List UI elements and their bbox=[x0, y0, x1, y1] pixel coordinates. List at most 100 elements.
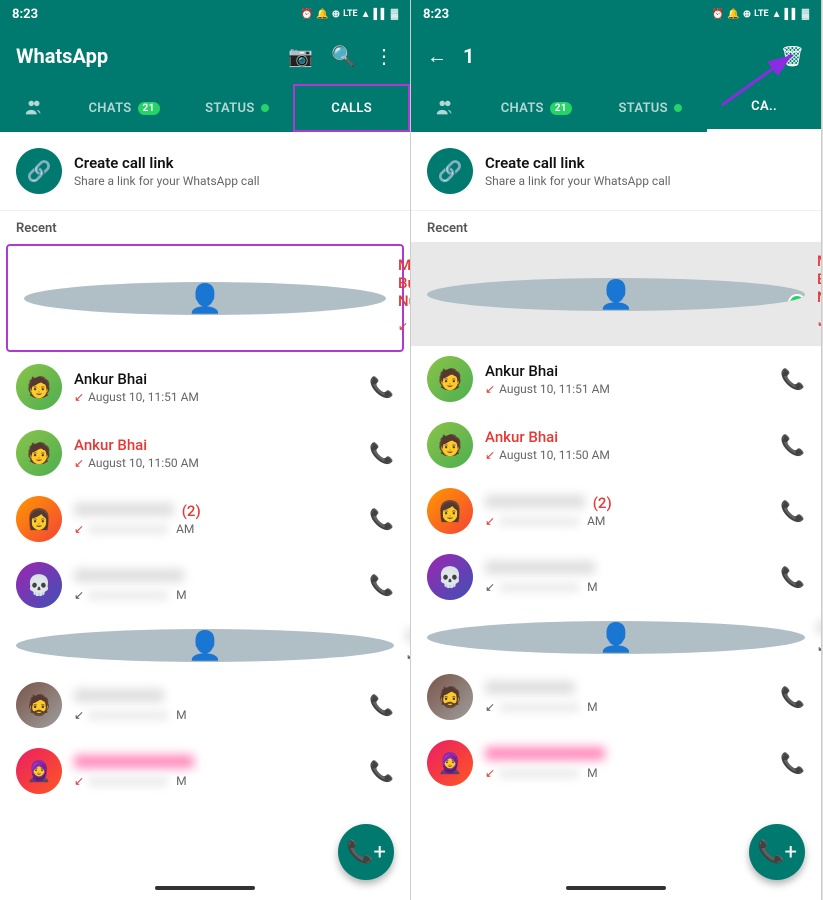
call-time-row-6-right: ↙ M bbox=[485, 700, 768, 714]
call-item-2-left[interactable]: 🧑 Ankur Bhai ↙ August 10, 11:50 AM 📞 bbox=[0, 420, 410, 486]
call-time-row-2-left: ↙ August 10, 11:50 AM bbox=[74, 456, 357, 470]
call-item-0-right[interactable]: 👤 ✓ My Business Number(2) ↙ Today, 4:38 … bbox=[411, 242, 821, 346]
avatar-2-right: 🧑 bbox=[427, 422, 473, 468]
call-item-4-left[interactable]: 💀 ↙ M 📞 bbox=[0, 552, 410, 618]
call-phone-6-left[interactable]: 📞 bbox=[369, 693, 394, 717]
calls-label-right: Ca.. bbox=[751, 99, 777, 114]
call-arrow-4-right: ↙ bbox=[485, 580, 495, 594]
call-phone-7-left[interactable]: 📞 bbox=[369, 759, 394, 783]
call-arrow-6-left: ↙ bbox=[74, 708, 84, 722]
nav-indicator-left bbox=[155, 886, 255, 890]
call-item-5-left[interactable]: 👤 ↙ PM 📞 bbox=[0, 618, 410, 672]
call-name-1-right: Ankur Bhai bbox=[485, 362, 768, 380]
avatar-7-right: 🧕 bbox=[427, 740, 473, 786]
signal-icon: ▌▌ bbox=[374, 9, 388, 20]
call-phone-7-right[interactable]: 📞 bbox=[780, 751, 805, 775]
call-item-3-right[interactable]: 👩 (2) ↙ AM 📞 bbox=[411, 478, 821, 544]
tabs-bar-right: Chats 21 Status Ca.. bbox=[411, 84, 821, 132]
call-item-6-left[interactable]: 🧔 ↙ M 📞 bbox=[0, 672, 410, 738]
fab-left[interactable]: 📞+ bbox=[338, 824, 394, 880]
call-phone-3-right[interactable]: 📞 bbox=[780, 499, 805, 523]
camera-icon[interactable]: 📷 bbox=[288, 44, 313, 68]
call-arrow-2-left: ↙ bbox=[74, 456, 84, 470]
call-item-0-left[interactable]: 👤 My Business Number(2) ↙ Today, 4:38 PM… bbox=[8, 246, 402, 350]
call-item-7-left[interactable]: 🧕 ↙ M 📞 bbox=[0, 738, 410, 804]
avatar-2-left: 🧑 bbox=[16, 430, 62, 476]
call-item-1-right[interactable]: 🧑 Ankur Bhai ↙ August 10, 11:51 AM 📞 bbox=[411, 346, 821, 412]
call-name-0-right: My Business Number(2) bbox=[817, 252, 821, 306]
call-phone-4-left[interactable]: 📞 bbox=[369, 573, 394, 597]
nav-indicator-right bbox=[566, 886, 666, 890]
avatar-4-left: 💀 bbox=[16, 562, 62, 608]
call-phone-2-left[interactable]: 📞 bbox=[369, 441, 394, 465]
fab-right[interactable]: 📞+ bbox=[749, 824, 805, 880]
call-item-6-right[interactable]: 🧔 ↙ M 📞 bbox=[411, 664, 821, 730]
header-icons-left: 📷 🔍 ⋮ bbox=[288, 44, 394, 68]
alarm-icon-r: ⏰ bbox=[712, 9, 724, 20]
selection-header-right: ← 1 🗑 bbox=[411, 28, 821, 84]
call-phone-1-left[interactable]: 📞 bbox=[369, 375, 394, 399]
call-name-5-right bbox=[817, 620, 821, 638]
call-info-2-left: Ankur Bhai ↙ August 10, 11:50 AM bbox=[74, 436, 357, 470]
call-phone-6-right[interactable]: 📞 bbox=[780, 685, 805, 709]
wifi-icon: ▲ bbox=[361, 9, 371, 20]
back-button[interactable]: ← bbox=[427, 44, 447, 69]
call-phone-4-right[interactable]: 📞 bbox=[780, 565, 805, 589]
tab-communities-left[interactable] bbox=[0, 84, 68, 132]
call-info-5-right: ↙ PM bbox=[817, 620, 821, 654]
call-info-7-left: ↙ M bbox=[74, 754, 357, 788]
call-link-text-left: Create call link Share a link for your W… bbox=[74, 154, 260, 188]
call-time-2-right: August 10, 11:50 AM bbox=[499, 448, 610, 462]
nav-bottom-left bbox=[0, 876, 410, 900]
call-time-row-1-right: ↙ August 10, 11:51 AM bbox=[485, 382, 768, 396]
status-dot-left bbox=[261, 104, 269, 112]
call-arrow-7-right: ↙ bbox=[485, 766, 495, 780]
call-info-1-left: Ankur Bhai ↙ August 10, 11:51 AM bbox=[74, 370, 357, 404]
call-item-2-right[interactable]: 🧑 Ankur Bhai ↙ August 10, 11:50 AM 📞 bbox=[411, 412, 821, 478]
call-name-6-right bbox=[485, 680, 768, 698]
create-call-link-left[interactable]: 🔗 Create call link Share a link for your… bbox=[0, 132, 410, 211]
create-call-link-right[interactable]: 🔗 Create call link Share a link for your… bbox=[411, 132, 821, 211]
call-name-5-left bbox=[406, 628, 410, 646]
call-time-row-4-right: ↙ M bbox=[485, 580, 768, 594]
call-arrow-6-right: ↙ bbox=[485, 700, 495, 714]
status-dot-right bbox=[674, 104, 682, 112]
call-item-5-right[interactable]: 👤 ↙ PM 📞 bbox=[411, 610, 821, 664]
avatar-0-right: 👤 ✓ bbox=[427, 278, 805, 311]
call-item-3-left[interactable]: 👩 (2) ↙ AM 📞 bbox=[0, 486, 410, 552]
call-info-4-right: ↙ M bbox=[485, 560, 768, 594]
call-time-row-4-left: ↙ M bbox=[74, 588, 357, 602]
call-phone-3-left[interactable]: 📞 bbox=[369, 507, 394, 531]
alarm-icon: ⏰ bbox=[301, 9, 313, 20]
call-time-row-5-left: ↙ PM bbox=[406, 648, 410, 662]
call-time-1-left: August 10, 11:51 AM bbox=[88, 390, 199, 404]
call-link-subtitle-left: Share a link for your WhatsApp call bbox=[74, 174, 260, 188]
call-info-7-right: ↙ M bbox=[485, 746, 768, 780]
tab-communities-right[interactable] bbox=[411, 84, 479, 132]
lte-badge-r: LTE bbox=[754, 9, 769, 19]
calls-label-left: Calls bbox=[331, 101, 372, 116]
status-bar-right: 8:23 ⏰ 🔔 ⊕ LTE ▲ ▌▌ ▓ bbox=[411, 0, 821, 28]
tab-calls-left[interactable]: Calls bbox=[293, 84, 410, 132]
tab-chats-left[interactable]: Chats 21 bbox=[68, 84, 181, 132]
search-icon[interactable]: 🔍 bbox=[331, 44, 356, 68]
tab-calls-right[interactable]: Ca.. bbox=[707, 84, 821, 132]
signal-icon-r: ▌▌ bbox=[785, 9, 799, 20]
call-phone-1-right[interactable]: 📞 bbox=[780, 367, 805, 391]
call-item-4-right[interactable]: 💀 ↙ M 📞 bbox=[411, 544, 821, 610]
status-icons-left: ⏰ 🔔 ⊕ LTE ▲ ▌▌ ▓ bbox=[301, 9, 398, 20]
call-item-1-left[interactable]: 🧑 Ankur Bhai ↙ August 10, 11:51 AM 📞 bbox=[0, 354, 410, 420]
lte-badge: LTE bbox=[343, 9, 358, 19]
delete-button[interactable]: 🗑 bbox=[780, 44, 805, 68]
tab-chats-right[interactable]: Chats 21 bbox=[479, 84, 593, 132]
avatar-0-left: 👤 bbox=[24, 282, 386, 315]
call-phone-2-right[interactable]: 📞 bbox=[780, 433, 805, 457]
call-info-6-right: ↙ M bbox=[485, 680, 768, 714]
call-link-text-right: Create call link Share a link for your W… bbox=[485, 154, 671, 188]
call-item-7-right[interactable]: 🧕 ↙ M 📞 bbox=[411, 730, 821, 796]
tab-status-right[interactable]: Status bbox=[593, 84, 707, 132]
more-vertical-icon[interactable]: ⋮ bbox=[374, 44, 394, 68]
call-info-1-right: Ankur Bhai ↙ August 10, 11:51 AM bbox=[485, 362, 768, 396]
notif-icon: 🔔 bbox=[316, 9, 328, 20]
tab-status-left[interactable]: Status bbox=[180, 84, 293, 132]
